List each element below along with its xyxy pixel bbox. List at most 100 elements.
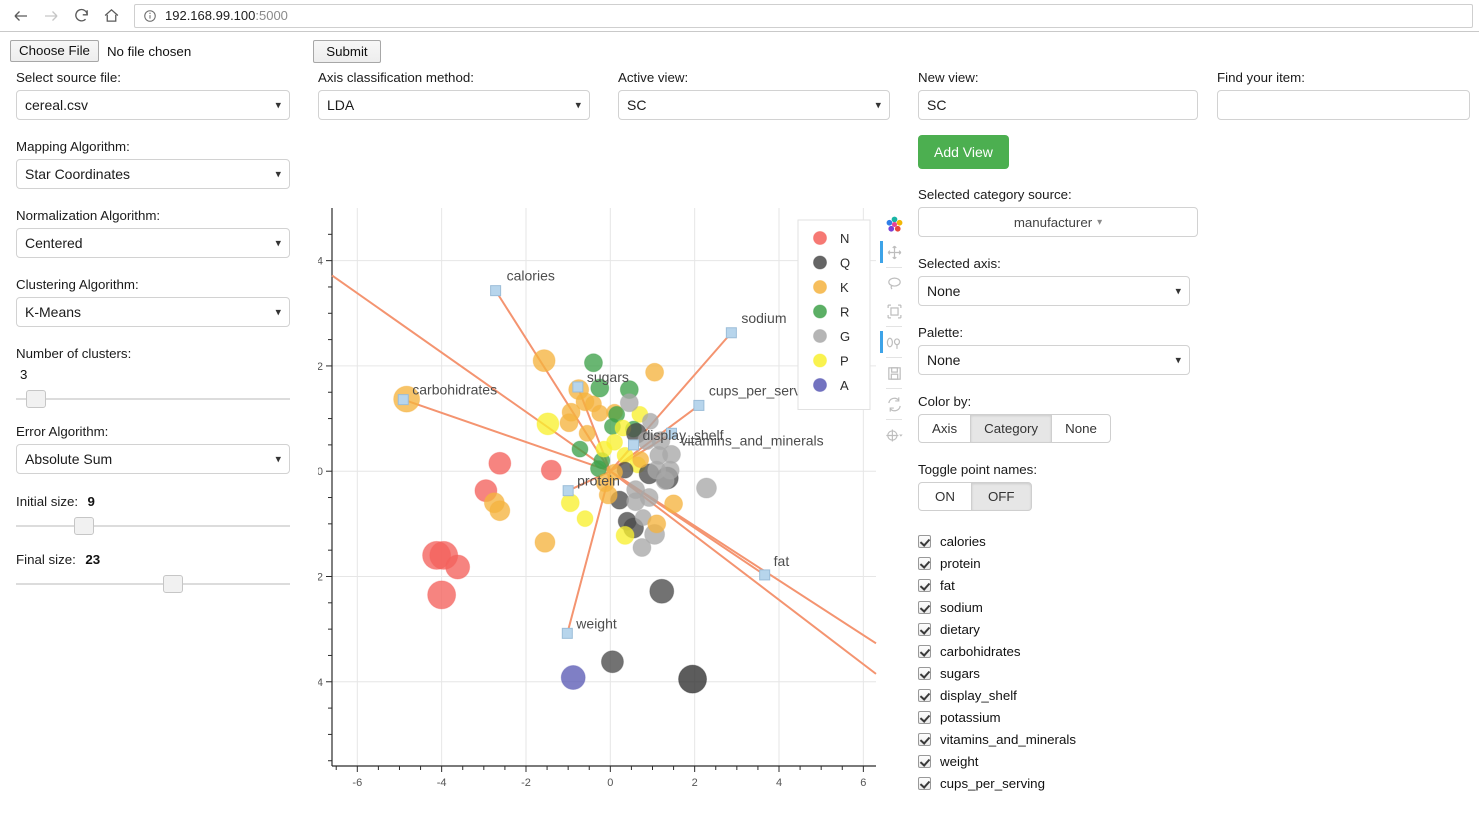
choose-file-button[interactable]: Choose File bbox=[10, 40, 99, 62]
clustering-algorithm-select[interactable]: K-Means bbox=[16, 297, 290, 327]
initial-size-slider[interactable] bbox=[16, 517, 290, 535]
data-point[interactable] bbox=[632, 451, 650, 469]
legend-label-P[interactable]: P bbox=[840, 354, 849, 369]
data-point[interactable] bbox=[632, 538, 652, 558]
attribute-checkbox-carbohidrates[interactable] bbox=[918, 644, 931, 658]
legend-swatch-Q[interactable] bbox=[813, 255, 827, 270]
toggle-point-names-off[interactable]: OFF bbox=[970, 482, 1032, 511]
slider-thumb[interactable] bbox=[163, 575, 184, 593]
data-point[interactable] bbox=[649, 578, 675, 604]
attribute-checkbox-potassium[interactable] bbox=[918, 710, 931, 724]
attribute-checkbox-sugars[interactable] bbox=[918, 666, 931, 680]
slider-thumb[interactable] bbox=[74, 517, 95, 535]
axis-handle-display_shelf[interactable] bbox=[628, 439, 640, 451]
source-file-select[interactable]: cereal.csv bbox=[16, 90, 290, 120]
color-by-option-none[interactable]: None bbox=[1051, 414, 1111, 443]
data-point[interactable] bbox=[695, 477, 717, 499]
axis-classification-select[interactable]: LDA bbox=[318, 90, 590, 120]
selected-axis-select[interactable]: None bbox=[918, 276, 1190, 306]
back-arrow-icon[interactable] bbox=[6, 3, 36, 29]
attribute-checkbox-sodium[interactable] bbox=[918, 600, 931, 614]
data-point[interactable] bbox=[571, 440, 589, 458]
data-point[interactable] bbox=[445, 554, 471, 580]
legend-swatch-G[interactable] bbox=[813, 329, 827, 343]
category-source-dropdown[interactable]: manufacturer ▾ bbox=[918, 207, 1198, 237]
data-point[interactable] bbox=[661, 444, 681, 464]
data-point[interactable] bbox=[427, 580, 457, 610]
error-algorithm-select[interactable]: Absolute Sum bbox=[16, 444, 290, 474]
data-point[interactable] bbox=[600, 650, 624, 674]
legend-swatch-R[interactable] bbox=[813, 304, 827, 319]
data-point[interactable] bbox=[559, 413, 579, 433]
legend-label-A[interactable]: A bbox=[840, 378, 849, 393]
save-disk-icon[interactable] bbox=[880, 359, 908, 387]
active-view-select[interactable]: SC bbox=[618, 90, 890, 120]
mapping-algorithm-select[interactable]: Star Coordinates bbox=[16, 159, 290, 189]
pan-move-icon[interactable] bbox=[880, 238, 908, 266]
attribute-row-protein[interactable]: protein bbox=[918, 552, 1198, 574]
attribute-checkbox-protein[interactable] bbox=[918, 556, 931, 570]
legend-swatch-A[interactable] bbox=[813, 378, 827, 392]
legend-swatch-K[interactable] bbox=[813, 280, 827, 294]
data-point[interactable] bbox=[532, 349, 556, 373]
attribute-checkbox-calories[interactable] bbox=[918, 534, 931, 548]
attribute-row-carbohidrates[interactable]: carbohidrates bbox=[918, 640, 1198, 662]
data-point[interactable] bbox=[576, 510, 594, 528]
axis-handle-fat[interactable] bbox=[759, 569, 771, 581]
data-point[interactable] bbox=[560, 493, 580, 513]
data-point[interactable] bbox=[489, 500, 511, 522]
data-point[interactable] bbox=[639, 488, 659, 508]
data-point[interactable] bbox=[678, 664, 708, 694]
axis-handle-weight[interactable] bbox=[561, 627, 573, 639]
axis-handle-sodium[interactable] bbox=[725, 327, 737, 339]
legend-swatch-P[interactable] bbox=[813, 353, 827, 368]
legend-label-N[interactable]: N bbox=[840, 231, 849, 246]
num-clusters-slider[interactable] bbox=[16, 390, 290, 408]
data-point[interactable] bbox=[645, 362, 665, 382]
axis-handle-cups_per_serving[interactable] bbox=[693, 399, 705, 411]
data-point[interactable] bbox=[647, 514, 667, 534]
attribute-row-weight[interactable]: weight bbox=[918, 750, 1198, 772]
data-point[interactable] bbox=[655, 471, 675, 491]
legend-label-Q[interactable]: Q bbox=[840, 256, 850, 271]
attribute-row-calories[interactable]: calories bbox=[918, 530, 1198, 552]
plotly-logo-icon[interactable] bbox=[880, 210, 908, 238]
data-point[interactable] bbox=[664, 494, 684, 514]
data-point[interactable] bbox=[534, 531, 556, 553]
attribute-row-dietary[interactable]: dietary bbox=[918, 618, 1198, 640]
plot-svg[interactable]: 4 2 0 -2 -4 -6 -4 -2 0 2 4 6 calories carbohidrates so… bbox=[318, 202, 880, 802]
data-point[interactable] bbox=[578, 424, 596, 442]
attribute-row-sugars[interactable]: sugars bbox=[918, 662, 1198, 684]
axis-handle-carbohidrates[interactable] bbox=[397, 394, 409, 406]
box-select-icon[interactable] bbox=[880, 297, 908, 325]
attribute-checkbox-dietary[interactable] bbox=[918, 622, 931, 636]
attribute-row-cups_per_serving[interactable]: cups_per_serving bbox=[918, 772, 1198, 794]
legend-label-R[interactable]: R bbox=[840, 305, 849, 320]
attribute-row-fat[interactable]: fat bbox=[918, 574, 1198, 596]
attribute-checkbox-fat[interactable] bbox=[918, 578, 931, 592]
edit-axes-icon[interactable] bbox=[880, 328, 908, 356]
axis-handle-protein[interactable] bbox=[562, 485, 574, 497]
home-icon[interactable] bbox=[96, 3, 126, 29]
lasso-select-icon[interactable] bbox=[880, 269, 908, 297]
legend-label-G[interactable]: G bbox=[840, 329, 850, 344]
find-item-input[interactable] bbox=[1217, 90, 1470, 120]
normalization-algorithm-select[interactable]: Centered bbox=[16, 228, 290, 258]
final-size-slider[interactable] bbox=[16, 575, 290, 593]
legend-swatch-N[interactable] bbox=[813, 231, 827, 245]
new-view-input[interactable] bbox=[918, 90, 1198, 120]
color-by-option-category[interactable]: Category bbox=[970, 414, 1053, 443]
attribute-checkbox-weight[interactable] bbox=[918, 754, 931, 768]
data-point[interactable] bbox=[619, 393, 639, 413]
attribute-row-display_shelf[interactable]: display_shelf bbox=[918, 684, 1198, 706]
attribute-row-potassium[interactable]: potassium bbox=[918, 706, 1198, 728]
data-point[interactable] bbox=[595, 440, 613, 458]
data-point[interactable] bbox=[488, 451, 512, 475]
data-point[interactable] bbox=[536, 412, 560, 436]
submit-button[interactable]: Submit bbox=[313, 39, 381, 63]
attribute-checkbox-cups_per_serving[interactable] bbox=[918, 776, 931, 790]
attribute-checkbox-display_shelf[interactable] bbox=[918, 688, 931, 702]
data-point[interactable] bbox=[560, 665, 586, 691]
color-by-option-axis[interactable]: Axis bbox=[918, 414, 972, 443]
slider-thumb[interactable] bbox=[26, 390, 47, 408]
